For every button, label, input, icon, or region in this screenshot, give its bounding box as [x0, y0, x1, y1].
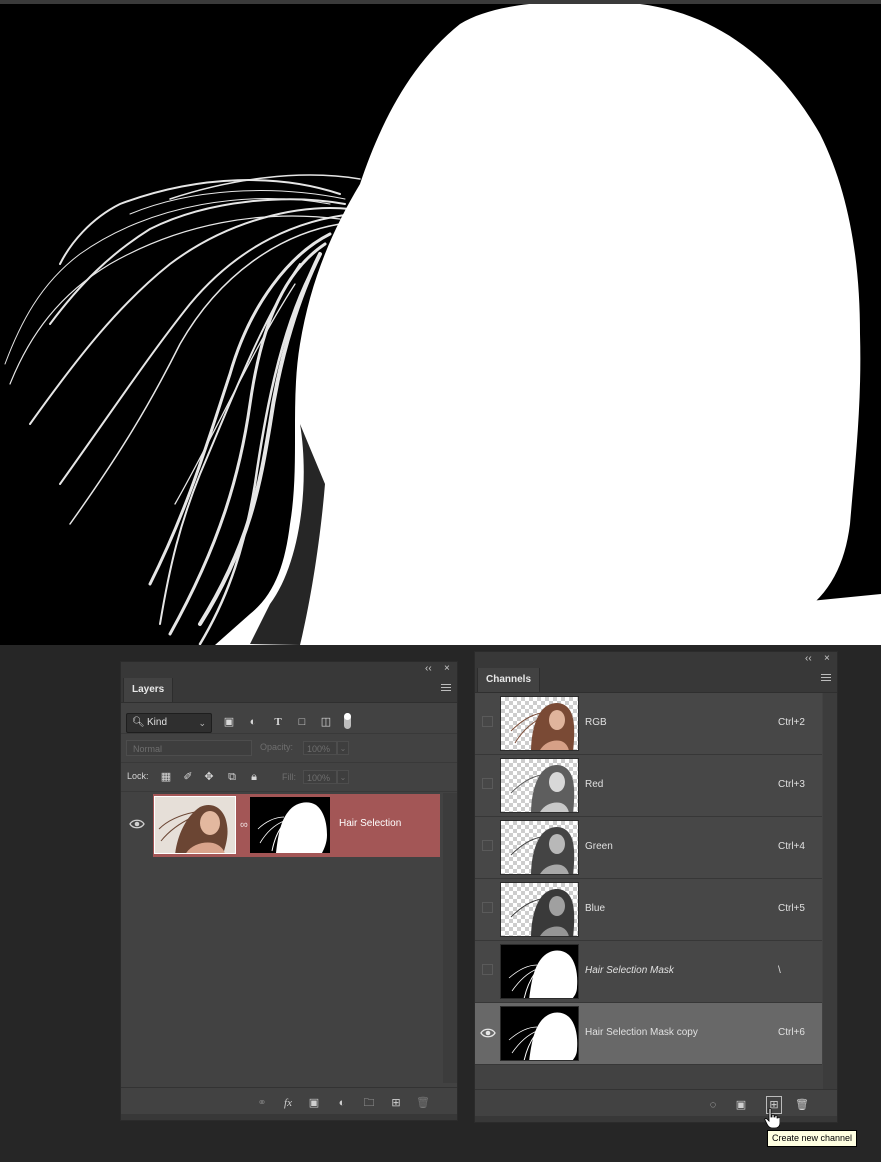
channel-thumbnail: [500, 696, 579, 751]
fill-field[interactable]: 100%: [303, 770, 337, 784]
panel-menu-icon[interactable]: [441, 684, 451, 693]
new-channel-tooltip: Create new channel: [767, 1130, 858, 1147]
lock-row: Lock: ▦ ✐ ✥ ⧉ 🔒︎ Fill: 100% ⌄: [121, 763, 457, 792]
channels-scrollbar[interactable]: [823, 693, 837, 1093]
panel-title-strip: ‹‹ ×: [121, 662, 457, 676]
type-filter-icon[interactable]: T: [271, 715, 285, 729]
channel-shortcut: Ctrl+6: [778, 1027, 805, 1038]
channel-thumbnail: [500, 758, 579, 813]
channel-name: Hair Selection Mask copy: [585, 1027, 698, 1038]
channel-row-green[interactable]: Green Ctrl+4: [475, 817, 822, 879]
tab-layers[interactable]: Layers: [123, 678, 174, 702]
hair-mask-image: [0, 4, 881, 645]
layer-name[interactable]: Hair Selection: [339, 818, 401, 829]
eye-icon[interactable]: [129, 817, 145, 831]
opacity-field[interactable]: 100%: [303, 741, 337, 755]
new-layer-icon[interactable]: ⊞: [388, 1096, 404, 1110]
eye-icon[interactable]: [480, 1026, 496, 1040]
opacity-dropdown-icon[interactable]: ⌄: [337, 741, 349, 755]
filter-toggle[interactable]: [344, 713, 351, 729]
lock-position-icon[interactable]: ✥: [202, 770, 216, 784]
channel-row-hair-selection-mask-copy[interactable]: Hair Selection Mask copy Ctrl+6: [475, 1003, 822, 1065]
collapse-panel-button[interactable]: ‹‹: [425, 663, 432, 675]
layer-mask-thumbnail[interactable]: [250, 797, 330, 853]
channel-row-rgb[interactable]: RGB Ctrl+2: [475, 693, 822, 755]
layer-thumbnail[interactable]: [154, 796, 236, 854]
channel-row-hair-selection-mask[interactable]: Hair Selection Mask \: [475, 941, 822, 1003]
opacity-label: Opacity:: [260, 742, 294, 752]
channels-panel: ‹‹ × Channels RGB Ctrl+2 Red Ctrl+3 Gree…: [474, 651, 838, 1123]
panel-bottom-strip: [121, 1114, 457, 1120]
fill-label: Fill:: [282, 772, 296, 782]
smart-object-filter-icon[interactable]: ◫: [319, 715, 333, 729]
channel-name: Blue: [585, 903, 606, 914]
layer-selection-highlight: ∞ Hair Selection: [153, 794, 440, 857]
panel-menu-icon[interactable]: [821, 674, 831, 683]
channel-row-blue[interactable]: Blue Ctrl+5: [475, 879, 822, 941]
lock-artboard-icon[interactable]: ⧉: [225, 770, 239, 784]
channels-list: RGB Ctrl+2 Red Ctrl+3 Green Ctrl+4 Blue …: [475, 693, 822, 1065]
channel-name: Green: [585, 841, 613, 852]
channel-shortcut: Ctrl+2: [778, 717, 805, 728]
channel-visibility-toggle[interactable]: [482, 716, 493, 727]
blend-mode-select[interactable]: Normal: [126, 740, 252, 756]
save-selection-icon[interactable]: ▣: [733, 1098, 749, 1112]
layer-filter-row: 🔍︎ Kind ⌄ ▣ ◐ T □ ◫: [121, 703, 457, 734]
fx-icon[interactable]: fx: [280, 1096, 296, 1110]
lock-image-pixels-icon[interactable]: ✐: [181, 770, 195, 784]
chevron-down-icon: ⌄: [198, 718, 206, 728]
channel-thumbnail: [500, 944, 579, 999]
channel-row-red[interactable]: Red Ctrl+3: [475, 755, 822, 817]
channel-name: Hair Selection Mask: [585, 965, 674, 976]
shape-filter-icon[interactable]: □: [295, 715, 309, 729]
tab-channels[interactable]: Channels: [477, 668, 541, 692]
load-selection-icon[interactable]: ◌: [705, 1098, 721, 1112]
channel-visibility-toggle[interactable]: [482, 778, 493, 789]
new-group-icon[interactable]: 🗀︎: [361, 1096, 377, 1110]
layers-scrollbar[interactable]: [443, 793, 457, 1083]
filter-kind-select[interactable]: 🔍︎ Kind ⌄: [126, 713, 212, 733]
channel-shortcut: \: [778, 965, 781, 976]
mask-link-icon[interactable]: ∞: [240, 819, 248, 831]
panel-title-strip: ‹‹ ×: [475, 652, 837, 666]
close-panel-button[interactable]: ×: [824, 653, 830, 665]
channel-thumbnail: [500, 820, 579, 875]
channels-footer: ◌ ▣ ⊞ 🗑︎: [475, 1089, 837, 1122]
layers-panel: ‹‹ × Layers 🔍︎ Kind ⌄ ▣ ◐ T □ ◫ Normal O…: [120, 661, 458, 1121]
layers-footer: ⚭ fx ▣ ◐ 🗀︎ ⊞ 🗑︎: [121, 1087, 457, 1120]
channel-shortcut: Ctrl+5: [778, 903, 805, 914]
close-panel-button[interactable]: ×: [444, 663, 450, 675]
image-filter-icon[interactable]: ▣: [222, 715, 236, 729]
panel-tab-bar: Channels: [475, 666, 837, 693]
channel-thumbnail: [500, 882, 579, 937]
lock-label: Lock:: [127, 771, 149, 781]
channel-name: Red: [585, 779, 604, 790]
filter-kind-label: Kind: [147, 717, 168, 728]
adjustment-filter-icon[interactable]: ◐: [246, 715, 260, 729]
channel-name: RGB: [585, 717, 607, 728]
document-canvas[interactable]: [0, 4, 881, 645]
delete-channel-icon[interactable]: 🗑︎: [794, 1098, 810, 1112]
add-mask-icon[interactable]: ▣: [306, 1096, 322, 1110]
channel-visibility-toggle[interactable]: [482, 964, 493, 975]
channel-thumbnail: [500, 1006, 579, 1061]
channel-visibility-toggle[interactable]: [482, 840, 493, 851]
fill-dropdown-icon[interactable]: ⌄: [337, 770, 349, 784]
panel-tab-bar: Layers: [121, 676, 457, 703]
adjustment-layer-icon[interactable]: ◐: [334, 1096, 350, 1110]
lock-transparent-pixels-icon[interactable]: ▦: [159, 770, 173, 784]
layer-row[interactable]: ∞ Hair Selection: [121, 793, 440, 857]
hand-cursor-icon: [764, 1108, 780, 1128]
panel-bottom-strip: [475, 1116, 837, 1122]
blend-mode-row: Normal Opacity: 100% ⌄: [121, 734, 457, 763]
channel-shortcut: Ctrl+4: [778, 841, 805, 852]
channel-visibility-toggle[interactable]: [482, 902, 493, 913]
collapse-panel-button[interactable]: ‹‹: [805, 653, 812, 665]
channel-shortcut: Ctrl+3: [778, 779, 805, 790]
lock-all-icon[interactable]: 🔒︎: [247, 770, 261, 784]
delete-layer-icon[interactable]: 🗑︎: [415, 1096, 431, 1110]
search-icon: 🔍︎: [132, 717, 145, 728]
link-layers-icon[interactable]: ⚭: [254, 1096, 270, 1110]
